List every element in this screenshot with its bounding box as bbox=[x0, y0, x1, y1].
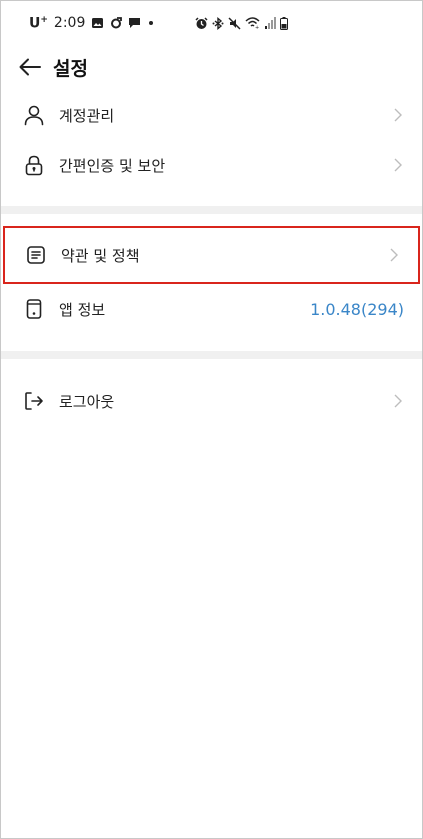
menu-item-logout[interactable]: 로그아웃 bbox=[1, 376, 422, 426]
dot-icon bbox=[147, 19, 155, 27]
menu-item-label: 간편인증 및 보안 bbox=[59, 156, 166, 175]
page-title: 설정 bbox=[53, 57, 88, 80]
mute-icon bbox=[228, 16, 241, 30]
chevron-right-icon bbox=[392, 107, 404, 123]
carrier-label: U+ bbox=[29, 14, 48, 32]
sync-icon bbox=[110, 17, 123, 29]
signal-icon bbox=[264, 17, 276, 29]
status-time: 2:09 bbox=[53, 15, 86, 31]
status-bar: U+ 2:09 + bbox=[1, 1, 422, 45]
menu-item-label: 계정관리 bbox=[59, 106, 115, 125]
menu-item-label: 로그아웃 bbox=[59, 392, 115, 411]
chevron-right-icon bbox=[388, 247, 400, 263]
alarm-icon bbox=[195, 16, 208, 30]
arrow-left-icon bbox=[19, 58, 41, 76]
menu-item-terms-policy[interactable]: 약관 및 정책 bbox=[3, 226, 420, 284]
image-icon bbox=[91, 17, 104, 29]
bluetooth-icon bbox=[212, 16, 224, 30]
lock-icon bbox=[23, 154, 45, 176]
section-divider bbox=[1, 351, 422, 359]
phone-icon bbox=[23, 298, 45, 320]
screen: U+ 2:09 + 설정 계정관리 간편인증 및 보안 약관 및 정책 앱 정보… bbox=[0, 0, 423, 839]
app-version: 1.0.48(294) bbox=[310, 299, 404, 319]
section-divider bbox=[1, 206, 422, 214]
chevron-right-icon bbox=[392, 157, 404, 173]
menu-item-auth-security[interactable]: 간편인증 및 보안 bbox=[1, 140, 422, 190]
menu-item-account[interactable]: 계정관리 bbox=[1, 90, 422, 140]
menu-item-app-info[interactable]: 앱 정보 1.0.48(294) bbox=[1, 284, 422, 334]
back-button[interactable] bbox=[17, 54, 43, 80]
app-header: 설정 bbox=[1, 45, 422, 89]
battery-icon bbox=[280, 16, 288, 30]
menu-item-label: 약관 및 정책 bbox=[61, 246, 140, 265]
person-icon bbox=[23, 104, 45, 126]
wifi-icon: + bbox=[245, 17, 260, 29]
chevron-right-icon bbox=[392, 393, 404, 409]
svg-text:+: + bbox=[255, 25, 259, 29]
menu-item-label: 앱 정보 bbox=[59, 300, 106, 319]
chat-icon bbox=[128, 17, 141, 29]
document-icon bbox=[25, 244, 47, 266]
logout-icon bbox=[23, 390, 45, 412]
